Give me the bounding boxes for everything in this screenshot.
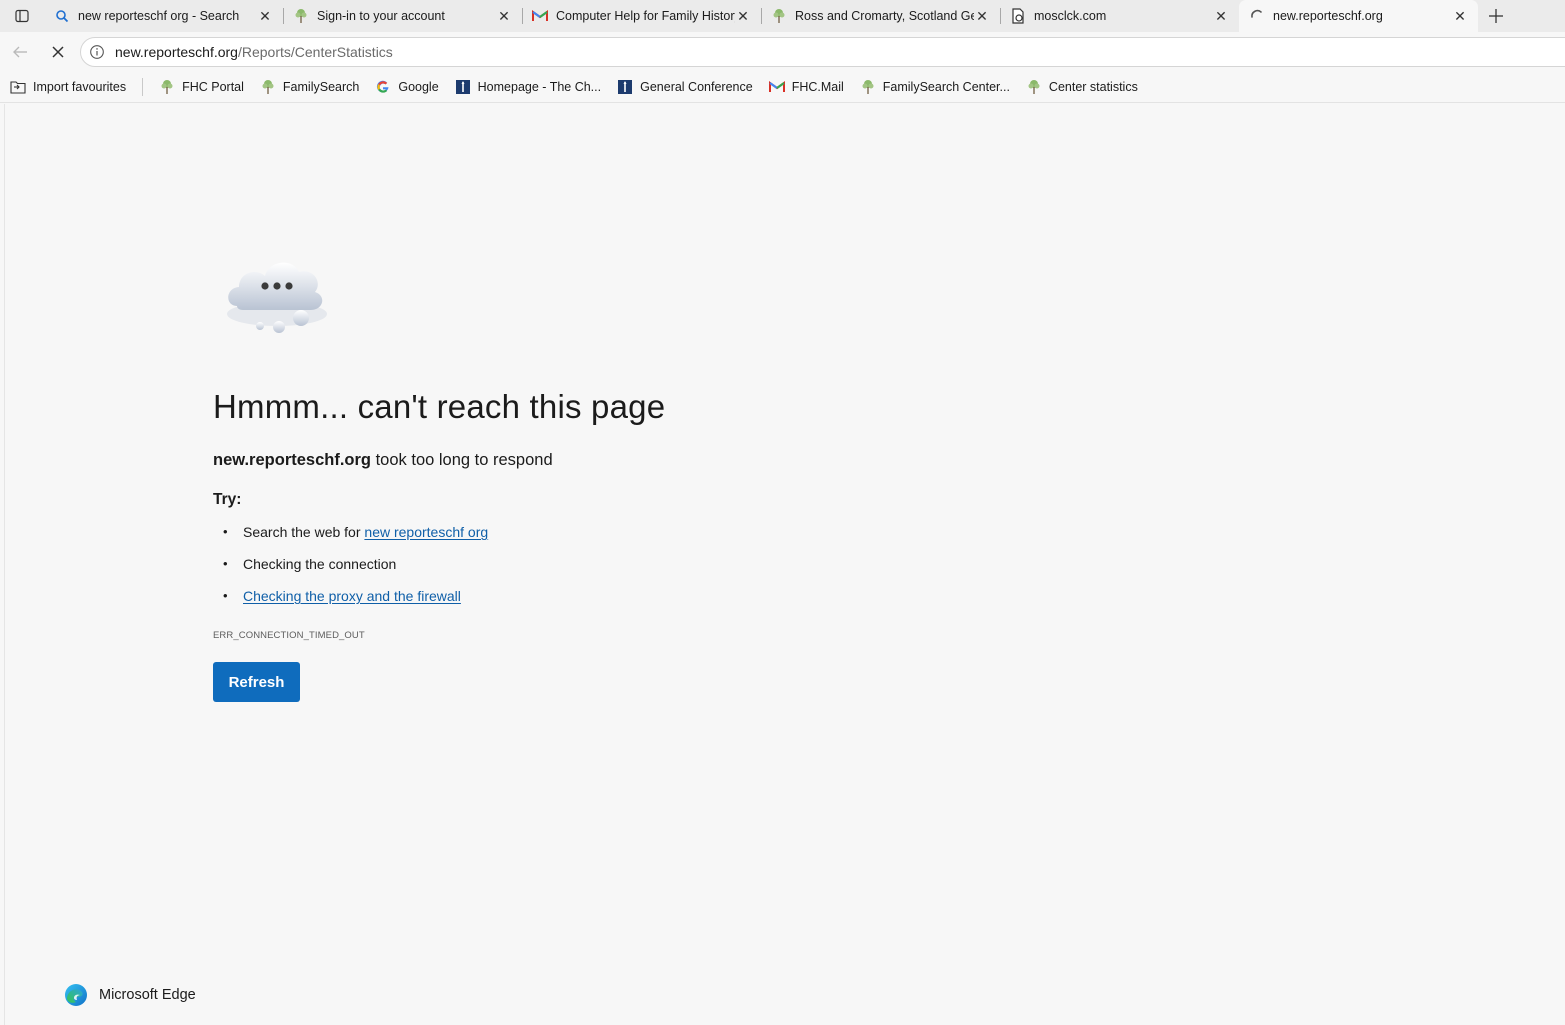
suggestion-proxy: Checking the proxy and the firewall <box>221 588 488 620</box>
back-button[interactable] <box>2 36 38 68</box>
loading-icon <box>1249 8 1265 24</box>
bookmark-label: Import favourites <box>33 80 127 94</box>
tree-icon <box>860 79 876 95</box>
import-folder-icon <box>10 79 26 95</box>
tab-mosclck[interactable]: mosclck.com ✕ <box>1000 0 1239 32</box>
site-info-icon[interactable] <box>89 44 105 60</box>
church-icon <box>617 79 633 95</box>
bookmark-fhc-portal[interactable]: FHC Portal <box>159 79 244 95</box>
tree-icon <box>260 79 276 95</box>
tab-strip: new reporteschf org - Search ✕ Sign-in t… <box>0 0 1565 32</box>
tree-icon <box>293 8 309 24</box>
bookmark-label: Center statistics <box>1048 80 1138 94</box>
bookmark-label: FHC.Mail <box>791 80 844 94</box>
tree-icon <box>771 8 787 24</box>
bookmark-label: FamilySearch <box>282 80 360 94</box>
error-host: new.reporteschf.org <box>213 451 371 469</box>
suggestion-connection: Checking the connection <box>221 556 488 588</box>
stop-loading-button[interactable] <box>40 36 76 68</box>
edge-logo-icon <box>65 984 87 1006</box>
tree-icon <box>159 79 175 95</box>
bookmark-label: Google <box>398 80 439 94</box>
suggestion-list: Search the web for new reporteschf org C… <box>221 524 488 620</box>
close-icon[interactable]: ✕ <box>1452 8 1468 24</box>
tab-title: Sign-in to your account <box>317 9 445 23</box>
gmail-icon <box>768 79 785 95</box>
tab-computer-help[interactable]: Computer Help for Family History ✕ <box>522 0 761 32</box>
error-description: took too long to respond <box>371 451 553 469</box>
close-icon[interactable]: ✕ <box>735 8 751 24</box>
tab-ross-cromarty[interactable]: Ross and Cromarty, Scotland Genealogy ✕ <box>761 0 1000 32</box>
refresh-button[interactable]: Refresh <box>213 662 300 702</box>
tab-title: new reporteschf org - Search <box>78 9 240 23</box>
error-heading: Hmmm... can't reach this page <box>213 388 666 425</box>
error-page: Hmmm... can't reach this page new.report… <box>4 104 1565 1025</box>
close-icon[interactable]: ✕ <box>974 8 990 24</box>
tab-search[interactable]: new reporteschf org - Search ✕ <box>44 0 283 32</box>
suggestion-search: Search the web for new reporteschf org <box>221 524 488 556</box>
tab-sign-in[interactable]: Sign-in to your account ✕ <box>283 0 522 32</box>
search-icon <box>54 8 70 24</box>
edge-branding: Microsoft Edge <box>64 983 196 1007</box>
bookmark-label: FHC Portal <box>182 80 244 94</box>
close-icon[interactable]: ✕ <box>496 8 512 24</box>
error-subtitle: new.reporteschf.org took too long to res… <box>213 451 553 470</box>
url-host: new.reporteschf.org <box>115 44 238 60</box>
tree-icon <box>1026 79 1042 95</box>
new-tab-button[interactable] <box>1478 0 1514 32</box>
bookmark-familysearch[interactable]: FamilySearch <box>260 79 359 95</box>
favorites-bar: Import favourites FHC Portal FamilySearc… <box>0 72 1565 103</box>
bookmark-center-statistics[interactable]: Center statistics <box>1026 79 1138 95</box>
tab-title: new.reporteschf.org <box>1273 9 1383 23</box>
proxy-firewall-link[interactable]: Checking the proxy and the firewall <box>243 588 461 604</box>
error-code: ERR_CONNECTION_TIMED_OUT <box>213 630 365 641</box>
tab-title: Computer Help for Family History <box>556 9 735 23</box>
tab-title: Ross and Cromarty, Scotland Genealogy <box>795 9 974 23</box>
url-path: /Reports/CenterStatistics <box>237 44 393 60</box>
back-arrow-icon <box>13 46 27 58</box>
bookmark-label: General Conference <box>640 80 753 94</box>
bookmark-label: FamilySearch Center... <box>882 80 1010 94</box>
church-icon <box>455 79 471 95</box>
close-icon[interactable]: ✕ <box>257 8 273 24</box>
bookmark-label: Homepage - The Ch... <box>477 80 602 94</box>
tab-title: mosclck.com <box>1034 9 1107 23</box>
page-icon <box>1010 8 1026 24</box>
close-icon[interactable]: ✕ <box>1213 8 1229 24</box>
plus-icon <box>1489 9 1503 23</box>
tab-active-reporteschf[interactable]: new.reporteschf.org ✕ <box>1239 0 1478 32</box>
google-icon <box>375 79 391 95</box>
edge-brand-label: Microsoft Edge <box>99 987 196 1003</box>
import-favourites-button[interactable]: Import favourites <box>10 79 126 95</box>
thinking-cloud-icon <box>227 262 327 333</box>
bookmark-homepage-church[interactable]: Homepage - The Ch... <box>455 79 601 95</box>
vertical-tabs-icon <box>15 9 29 23</box>
stop-icon <box>52 46 64 58</box>
bookmark-fhc-mail[interactable]: FHC.Mail <box>768 79 844 95</box>
address-bar[interactable]: new.reporteschf.org/Reports/CenterStatis… <box>80 37 1565 67</box>
suggestion-search-prefix: Search the web for <box>243 524 365 540</box>
bookmark-general-conference[interactable]: General Conference <box>617 79 753 95</box>
favorites-divider <box>142 78 144 96</box>
bookmark-familysearch-center[interactable]: FamilySearch Center... <box>860 79 1010 95</box>
try-label: Try: <box>213 491 242 508</box>
search-web-link[interactable]: new reporteschf org <box>364 524 488 540</box>
gmail-icon <box>532 8 548 24</box>
navigation-toolbar: new.reporteschf.org/Reports/CenterStatis… <box>0 32 1565 72</box>
bookmark-google[interactable]: Google <box>375 79 439 95</box>
tab-actions-button[interactable] <box>0 0 44 32</box>
